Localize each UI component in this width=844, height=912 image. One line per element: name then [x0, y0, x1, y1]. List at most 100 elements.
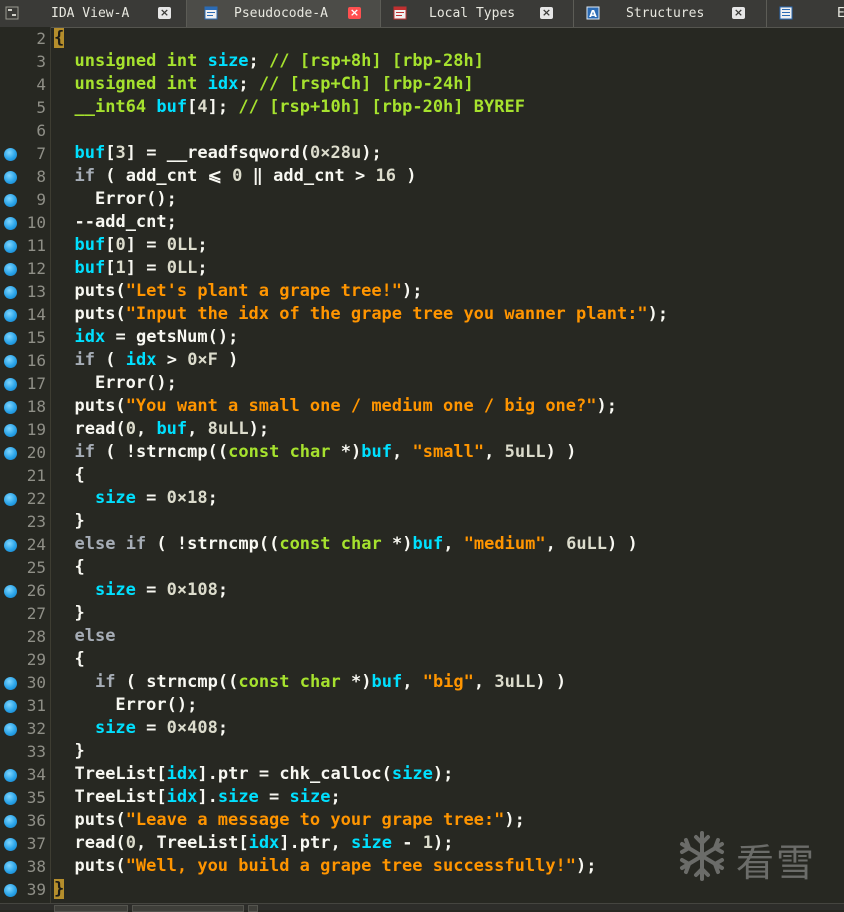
code-text[interactable]: }	[54, 878, 65, 901]
code-line[interactable]: 14 puts("Input the idx of the grape tree…	[0, 303, 844, 326]
breakpoint-marker-icon[interactable]	[4, 424, 17, 437]
code-text[interactable]: {	[54, 648, 84, 671]
breakpoint-marker-icon[interactable]	[4, 355, 17, 368]
code-line[interactable]: 9 Error();	[0, 188, 844, 211]
code-text[interactable]: else	[54, 625, 115, 648]
code-line[interactable]: 24 else if ( !strncmp((const char *)buf,…	[0, 533, 844, 556]
code-text[interactable]: unsigned int idx; // [rsp+Ch] [rbp-24h]	[54, 73, 473, 96]
breakpoint-marker-icon[interactable]	[4, 723, 17, 736]
breakpoint-marker-icon[interactable]	[4, 585, 17, 598]
code-line[interactable]: 22 size = 0×18;	[0, 487, 844, 510]
breakpoint-marker-icon[interactable]	[4, 838, 17, 851]
code-text[interactable]: {	[54, 464, 84, 487]
code-line[interactable]: 15 idx = getsNum();	[0, 326, 844, 349]
code-line[interactable]: 3 unsigned int size; // [rsp+8h] [rbp-28…	[0, 50, 844, 73]
tab-pseudocode-a[interactable]: Pseudocode-A ×	[187, 0, 380, 27]
code-line[interactable]: 30 if ( strncmp((const char *)buf, "big"…	[0, 671, 844, 694]
breakpoint-marker-icon[interactable]	[4, 378, 17, 391]
breakpoint-marker-icon[interactable]	[4, 769, 17, 782]
breakpoint-marker-icon[interactable]	[4, 700, 17, 713]
code-line[interactable]: 35 TreeList[idx].size = size;	[0, 786, 844, 809]
tab-enums[interactable]: E	[767, 0, 844, 27]
breakpoint-marker-icon[interactable]	[4, 217, 17, 230]
code-line[interactable]: 25 {	[0, 556, 844, 579]
breakpoint-marker-icon[interactable]	[4, 332, 17, 345]
breakpoint-marker-icon[interactable]	[4, 539, 17, 552]
code-text[interactable]: size = 0×408;	[54, 717, 228, 740]
breakpoint-marker-icon[interactable]	[4, 171, 17, 184]
code-text[interactable]: unsigned int size; // [rsp+8h] [rbp-28h]	[54, 50, 484, 73]
code-text[interactable]: puts("Leave a message to your grape tree…	[54, 809, 524, 832]
code-text[interactable]: }	[54, 602, 84, 625]
code-text[interactable]: puts("Input the idx of the grape tree yo…	[54, 303, 668, 326]
code-line[interactable]: 33 }	[0, 740, 844, 763]
code-text[interactable]: size = 0×18;	[54, 487, 218, 510]
code-text[interactable]: if ( strncmp((const char *)buf, "big", 3…	[54, 671, 566, 694]
breakpoint-marker-icon[interactable]	[4, 240, 17, 253]
code-text[interactable]: else if ( !strncmp((const char *)buf, "m…	[54, 533, 637, 556]
code-text[interactable]: if ( !strncmp((const char *)buf, "small"…	[54, 441, 576, 464]
breakpoint-marker-icon[interactable]	[4, 792, 17, 805]
code-line[interactable]: 13 puts("Let's plant a grape tree!");	[0, 280, 844, 303]
code-line[interactable]: 32 size = 0×408;	[0, 717, 844, 740]
breakpoint-marker-icon[interactable]	[4, 148, 17, 161]
code-line[interactable]: 20 if ( !strncmp((const char *)buf, "sma…	[0, 441, 844, 464]
code-line[interactable]: 11 buf[0] = 0LL;	[0, 234, 844, 257]
tab-structures[interactable]: A Structures ×	[574, 0, 766, 27]
code-line[interactable]: 5 __int64 buf[4]; // [rsp+10h] [rbp-20h]…	[0, 96, 844, 119]
code-line[interactable]: 26 size = 0×108;	[0, 579, 844, 602]
close-icon[interactable]: ×	[540, 7, 553, 19]
code-text[interactable]: __int64 buf[4]; // [rsp+10h] [rbp-20h] B…	[54, 96, 524, 119]
code-line[interactable]: 27 }	[0, 602, 844, 625]
code-text[interactable]: }	[54, 740, 84, 763]
code-text[interactable]: idx = getsNum();	[54, 326, 238, 349]
tab-ida-view-a[interactable]: IDA View-A ×	[0, 0, 186, 27]
code-line[interactable]: 23 }	[0, 510, 844, 533]
code-text[interactable]: Error();	[54, 188, 177, 211]
breakpoint-marker-icon[interactable]	[4, 884, 17, 897]
breakpoint-marker-icon[interactable]	[4, 194, 17, 207]
code-text[interactable]: read(0, buf, 8uLL);	[54, 418, 269, 441]
code-text[interactable]: Error();	[54, 694, 197, 717]
code-line[interactable]: 12 buf[1] = 0LL;	[0, 257, 844, 280]
close-icon[interactable]: ×	[158, 7, 171, 19]
code-text[interactable]: read(0, TreeList[idx].ptr, size - 1);	[54, 832, 453, 855]
code-text[interactable]: if ( add_cnt ⩽ 0 ‖ add_cnt > 16 )	[54, 165, 416, 188]
breakpoint-marker-icon[interactable]	[4, 263, 17, 276]
code-line[interactable]: 17 Error();	[0, 372, 844, 395]
breakpoint-marker-icon[interactable]	[4, 677, 17, 690]
code-line[interactable]: 16 if ( idx > 0×F )	[0, 349, 844, 372]
code-line[interactable]: 31 Error();	[0, 694, 844, 717]
code-text[interactable]: buf[1] = 0LL;	[54, 257, 207, 280]
breakpoint-marker-icon[interactable]	[4, 815, 17, 828]
code-text[interactable]: Error();	[54, 372, 177, 395]
code-text[interactable]: {	[54, 556, 84, 579]
code-text[interactable]: buf[3] = __readfsqword(0×28u);	[54, 142, 381, 165]
code-line[interactable]: 19 read(0, buf, 8uLL);	[0, 418, 844, 441]
code-text[interactable]: puts("You want a small one / medium one …	[54, 395, 617, 418]
code-line[interactable]: 7 buf[3] = __readfsqword(0×28u);	[0, 142, 844, 165]
tab-local-types[interactable]: Local Types ×	[381, 0, 573, 27]
code-line[interactable]: 28 else	[0, 625, 844, 648]
code-text[interactable]: {	[54, 27, 65, 50]
code-text[interactable]: puts("Let's plant a grape tree!");	[54, 280, 422, 303]
code-text[interactable]: puts("Well, you build a grape tree succe…	[54, 855, 596, 878]
code-line[interactable]: 4 unsigned int idx; // [rsp+Ch] [rbp-24h…	[0, 73, 844, 96]
code-text[interactable]: if ( idx > 0×F )	[54, 349, 238, 372]
code-line[interactable]: 34 TreeList[idx].ptr = chk_calloc(size);	[0, 763, 844, 786]
code-line[interactable]: 2{	[0, 27, 844, 50]
code-text[interactable]: TreeList[idx].ptr = chk_calloc(size);	[54, 763, 453, 786]
code-line[interactable]: 6	[0, 119, 844, 142]
breakpoint-marker-icon[interactable]	[4, 861, 17, 874]
code-line[interactable]: 8 if ( add_cnt ⩽ 0 ‖ add_cnt > 16 )	[0, 165, 844, 188]
breakpoint-marker-icon[interactable]	[4, 493, 17, 506]
breakpoint-marker-icon[interactable]	[4, 309, 17, 322]
close-icon[interactable]: ×	[348, 7, 361, 19]
close-icon[interactable]: ×	[732, 7, 745, 19]
code-text[interactable]: --add_cnt;	[54, 211, 176, 234]
code-line[interactable]: 18 puts("You want a small one / medium o…	[0, 395, 844, 418]
code-line[interactable]: 29 {	[0, 648, 844, 671]
breakpoint-marker-icon[interactable]	[4, 286, 17, 299]
code-text[interactable]: size = 0×108;	[54, 579, 228, 602]
breakpoint-marker-icon[interactable]	[4, 447, 17, 460]
